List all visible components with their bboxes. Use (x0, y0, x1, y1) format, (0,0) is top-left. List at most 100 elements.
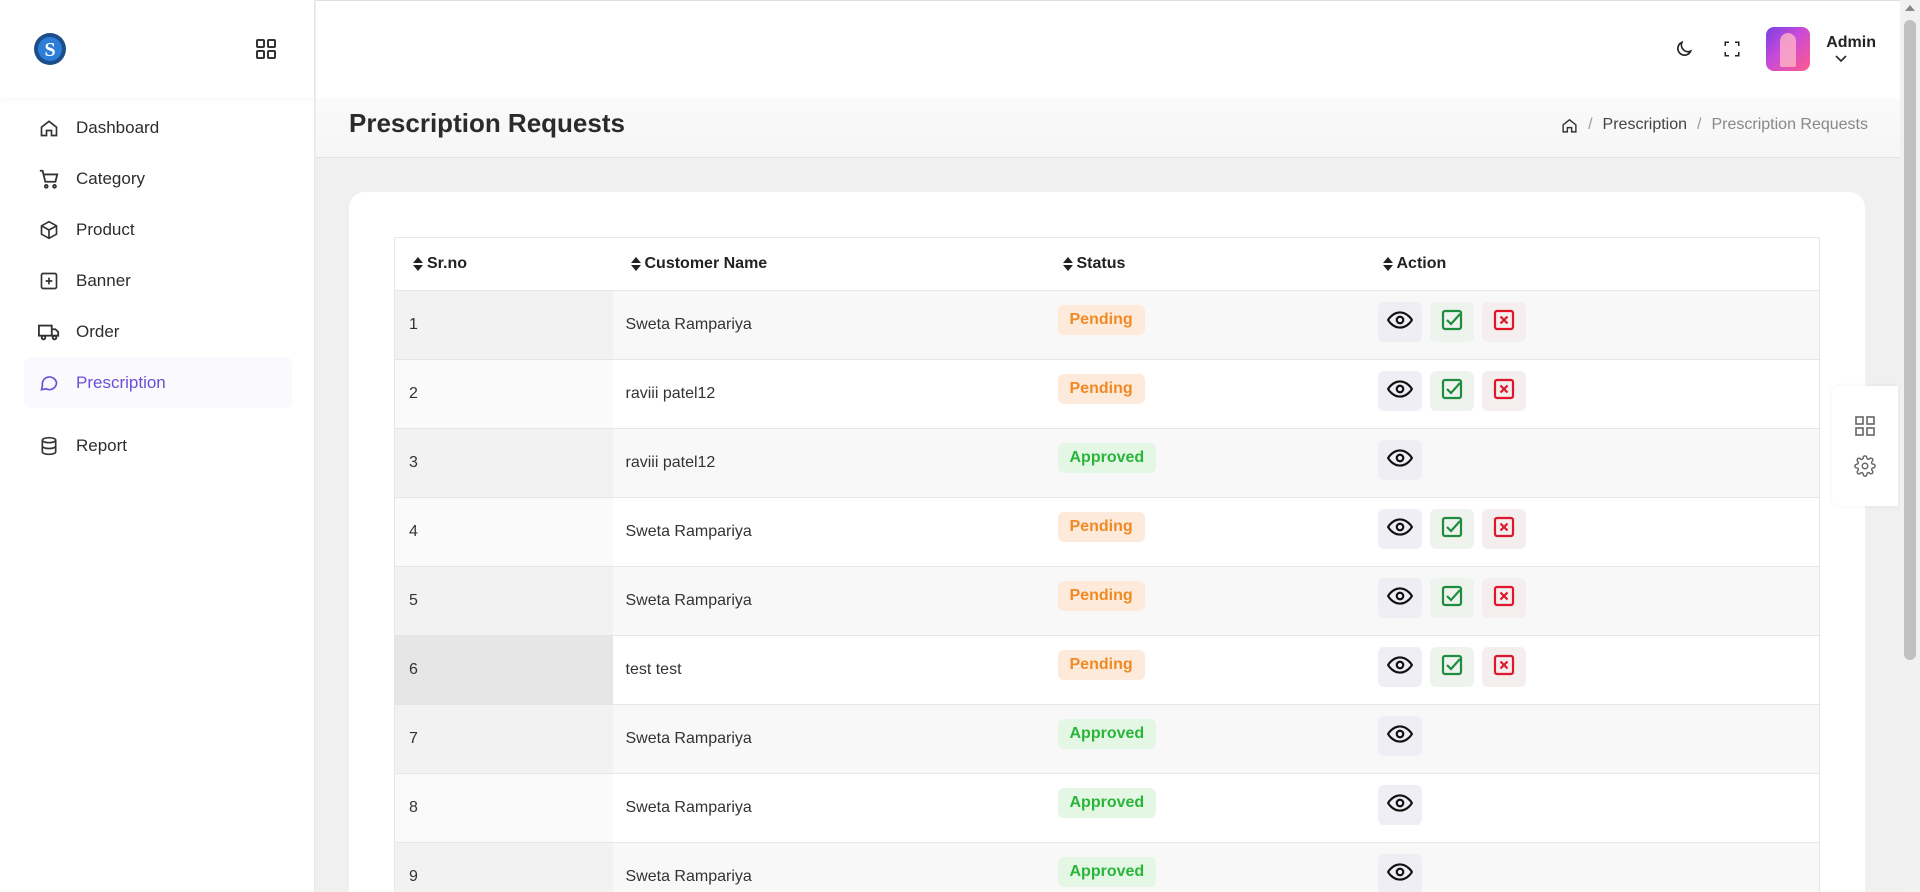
table-row: 2 raviii patel12 Pending (394, 359, 1820, 429)
check-square-icon (1440, 653, 1464, 682)
cell-srno: 8 (394, 773, 613, 843)
column-header-action[interactable]: Action (1364, 237, 1820, 291)
sidebar-header: S (0, 0, 314, 98)
status-badge: Approved (1057, 719, 1157, 749)
sidebar-item-label: Category (76, 168, 145, 188)
status-badge: Approved (1057, 857, 1157, 887)
breadcrumb-separator: / (1697, 116, 1702, 133)
column-header-srno[interactable]: Sr.no (394, 237, 613, 291)
view-button[interactable] (1377, 716, 1422, 756)
check-square-icon (1440, 377, 1464, 406)
check-square-icon (1440, 515, 1464, 544)
table-row: 8 Sweta Rampariya Approved (394, 773, 1820, 843)
sort-icon (630, 256, 641, 271)
approve-button[interactable] (1429, 371, 1474, 411)
view-button[interactable] (1377, 509, 1422, 549)
cell-actions (1365, 774, 1820, 843)
eye-icon (1386, 514, 1413, 545)
row-actions (1377, 647, 1820, 687)
view-button[interactable] (1377, 440, 1422, 480)
view-button[interactable] (1377, 785, 1422, 825)
view-button[interactable] (1377, 578, 1422, 618)
status-badge: Pending (1057, 512, 1145, 542)
home-icon (38, 117, 60, 139)
table-body: 1 Sweta Rampariya Pending 2 raviii patel12 Pe… (394, 290, 1820, 892)
reject-button[interactable] (1481, 371, 1526, 411)
reject-button[interactable] (1481, 578, 1526, 618)
page-header: Prescription Requests / Prescription / P… (316, 98, 1900, 158)
table-row: 6 test test Pending (394, 635, 1820, 705)
sort-icon (1062, 256, 1073, 271)
cell-actions (1364, 428, 1820, 498)
scroll-thumb[interactable] (1904, 20, 1916, 660)
user-menu[interactable]: Admin (1826, 34, 1876, 64)
sidebar-item-banner[interactable]: Banner (24, 255, 292, 306)
table-row: 7 Sweta Rampariya Approved (394, 704, 1820, 774)
breadcrumb-prescription[interactable]: Prescription (1603, 116, 1687, 134)
view-button[interactable] (1377, 647, 1422, 687)
status-badge: Pending (1057, 374, 1145, 404)
approve-button[interactable] (1429, 302, 1474, 342)
top-header: Admin (316, 0, 1900, 98)
column-header-status[interactable]: Status (1044, 237, 1365, 291)
sort-icon (1382, 256, 1393, 271)
database-icon (38, 435, 60, 457)
view-button[interactable] (1377, 854, 1422, 892)
reject-button[interactable] (1481, 302, 1526, 342)
view-button[interactable] (1377, 371, 1422, 411)
cell-actions (1364, 842, 1820, 892)
eye-icon (1386, 307, 1413, 338)
sidebar-item-category[interactable]: Category (24, 153, 292, 204)
gear-icon[interactable] (1851, 452, 1879, 480)
view-button[interactable] (1377, 302, 1422, 342)
sidebar-item-prescription[interactable]: Prescription (24, 357, 292, 408)
cell-customer-name: Sweta Rampariya (625, 799, 752, 816)
approve-button[interactable] (1429, 578, 1474, 618)
reject-button[interactable] (1481, 647, 1526, 687)
cell-srno: 1 (394, 290, 613, 360)
cell-srno: 5 (394, 566, 613, 636)
sidebar-item-product[interactable]: Product (24, 204, 292, 255)
status-badge: Approved (1057, 788, 1157, 818)
menu-grid-icon[interactable] (252, 35, 280, 63)
chevron-down-icon (1835, 55, 1847, 63)
x-square-icon (1492, 653, 1516, 682)
fullscreen-icon[interactable] (1718, 35, 1746, 63)
cell-status: Approved (1045, 774, 1365, 843)
table-header: Sr.no Customer Name Status Action (394, 237, 1820, 291)
eye-icon (1386, 583, 1413, 614)
eye-icon (1386, 721, 1413, 752)
sidebar-item-dashboard[interactable]: Dashboard (24, 102, 292, 153)
approve-button[interactable] (1429, 509, 1474, 549)
eye-icon (1386, 376, 1413, 407)
column-header-customer-name[interactable]: Customer Name (612, 237, 1045, 291)
cell-srno: 9 (394, 842, 613, 892)
cell-srno: 7 (394, 704, 613, 774)
cell-actions (1365, 360, 1820, 429)
sidebar-nav: Dashboard Category Product Banner Order (0, 98, 314, 471)
eye-icon (1386, 445, 1413, 476)
eye-icon (1386, 790, 1413, 821)
cell-customer-name: Sweta Rampariya (612, 290, 1045, 360)
check-square-icon (1440, 308, 1464, 337)
sidebar-item-label: Prescription (76, 372, 166, 392)
header-actions: Admin (1670, 27, 1876, 71)
cell-srno: 3 (394, 428, 613, 498)
avatar[interactable] (1766, 27, 1811, 71)
cell-customer-name: Sweta Rampariya (612, 566, 1045, 636)
logo-icon[interactable]: S (32, 31, 68, 67)
breadcrumb-home-icon[interactable] (1561, 117, 1578, 134)
layout-grid-icon[interactable] (1851, 412, 1879, 440)
box-icon (38, 219, 60, 241)
cell-customer-name: Sweta Rampariya (612, 842, 1045, 892)
scrollbar[interactable] (1900, 0, 1920, 892)
reject-button[interactable] (1481, 509, 1526, 549)
sidebar-item-report[interactable]: Report (24, 420, 292, 471)
approve-button[interactable] (1429, 647, 1474, 687)
dark-mode-icon[interactable] (1670, 35, 1698, 63)
sidebar-item-order[interactable]: Order (24, 306, 292, 357)
cell-actions (1364, 290, 1820, 360)
sidebar-item-label: Product (76, 219, 135, 239)
scroll-up-arrow-icon[interactable] (1905, 5, 1915, 11)
row-actions (1377, 578, 1820, 618)
